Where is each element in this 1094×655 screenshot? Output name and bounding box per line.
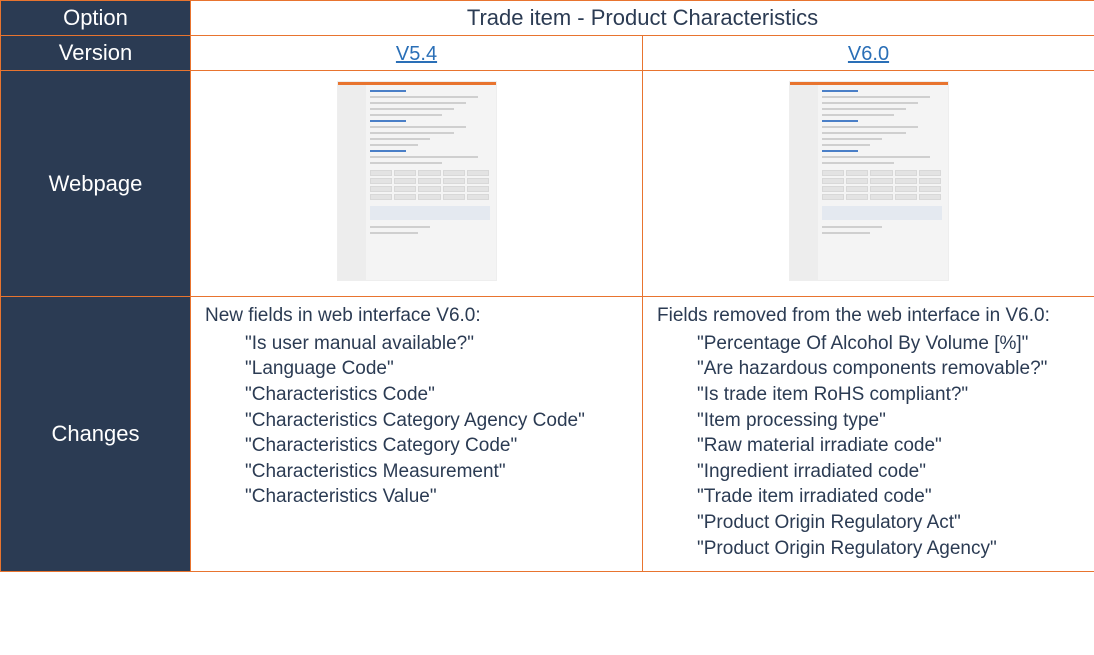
list-item: Characteristics Value — [245, 484, 628, 510]
list-item: Item processing type — [697, 408, 1080, 434]
label-changes: Changes — [1, 297, 191, 572]
webpage-thumb-right-cell — [643, 71, 1094, 297]
webpage-thumbnail-v60 — [789, 81, 949, 281]
list-item: Product Origin Regulatory Agency — [697, 536, 1080, 562]
list-item: Characteristics Measurement — [245, 459, 628, 485]
version-link-v60[interactable]: V6.0 — [848, 43, 889, 65]
list-item: Trade item irradiated code — [697, 484, 1080, 510]
list-item: Is trade item RoHS compliant? — [697, 382, 1080, 408]
list-item: Characteristics Category Agency Code — [245, 408, 628, 434]
label-version: Version — [1, 36, 191, 71]
label-webpage: Webpage — [1, 71, 191, 297]
version-right-cell: V6.0 — [643, 36, 1094, 71]
list-item: Language Code — [245, 356, 628, 382]
changes-left-list: Is user manual available?Language CodeCh… — [205, 331, 628, 510]
webpage-thumb-left-cell — [191, 71, 643, 297]
changes-right-list: Percentage Of Alcohol By Volume [%]Are h… — [657, 331, 1080, 562]
page-title: Trade item - Product Characteristics — [191, 1, 1094, 36]
version-left-cell: V5.4 — [191, 36, 643, 71]
list-item: Characteristics Category Code — [245, 433, 628, 459]
list-item: Characteristics Code — [245, 382, 628, 408]
list-item: Product Origin Regulatory Act — [697, 510, 1080, 536]
changes-left-cell: New fields in web interface V6.0: Is use… — [191, 297, 643, 572]
changes-left-intro: New fields in web interface V6.0: — [205, 303, 628, 329]
changes-right-cell: Fields removed from the web interface in… — [643, 297, 1094, 572]
list-item: Percentage Of Alcohol By Volume [%] — [697, 331, 1080, 357]
list-item: Is user manual available? — [245, 331, 628, 357]
version-link-v54[interactable]: V5.4 — [396, 43, 437, 65]
webpage-thumbnail-v54 — [337, 81, 497, 281]
list-item: Are hazardous components removable? — [697, 356, 1080, 382]
comparison-table: Option Trade item - Product Characterist… — [0, 0, 1094, 572]
label-option: Option — [1, 1, 191, 36]
changes-right-intro: Fields removed from the web interface in… — [657, 303, 1080, 329]
list-item: Raw material irradiate code — [697, 433, 1080, 459]
list-item: Ingredient irradiated code — [697, 459, 1080, 485]
